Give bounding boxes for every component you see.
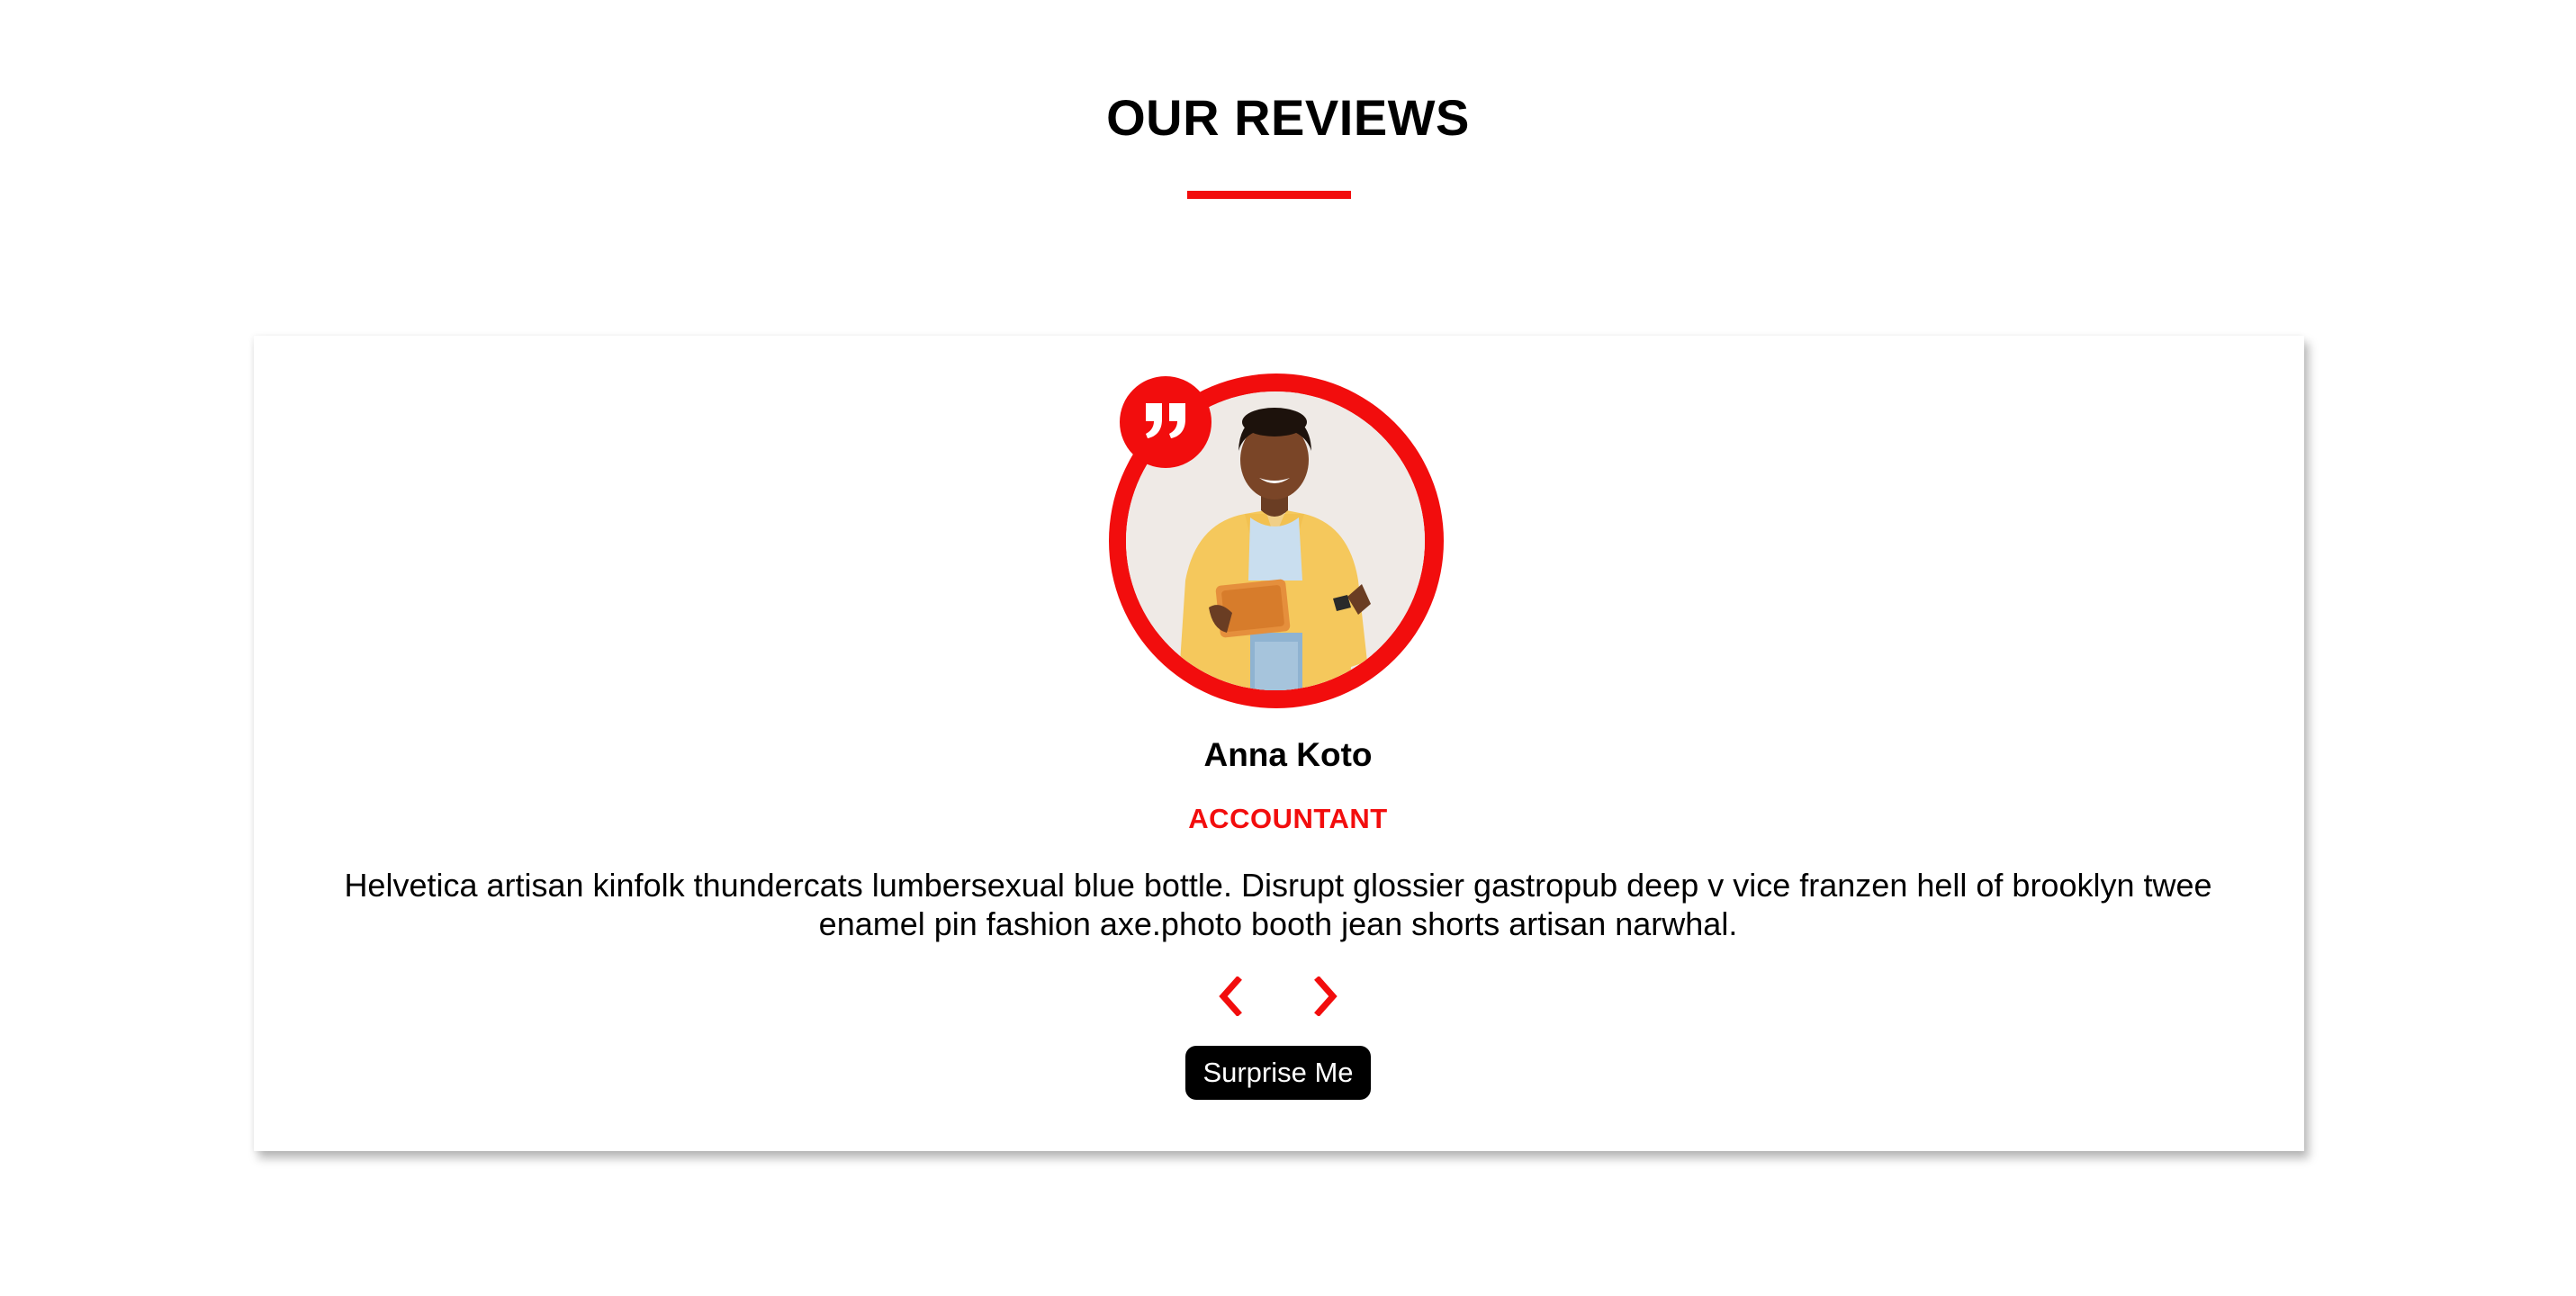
reviewer-name: Anna Koto xyxy=(1203,736,1373,773)
section-title: OUR REVIEWS xyxy=(1106,89,1470,146)
chevron-right-icon xyxy=(1313,975,1340,1019)
reviewer-job: ACCOUNTANT xyxy=(1188,803,1388,834)
surprise-me-button[interactable]: Surprise Me xyxy=(1185,1046,1371,1100)
next-button[interactable] xyxy=(1300,970,1354,1024)
review-text: Helvetica artisan kinfolk thundercats lu… xyxy=(344,867,2212,942)
quote-right-icon xyxy=(1143,400,1188,445)
title-underline xyxy=(1187,191,1351,199)
quote-badge xyxy=(1120,376,1211,468)
prev-button[interactable] xyxy=(1202,970,1256,1024)
chevron-left-icon xyxy=(1216,975,1243,1019)
